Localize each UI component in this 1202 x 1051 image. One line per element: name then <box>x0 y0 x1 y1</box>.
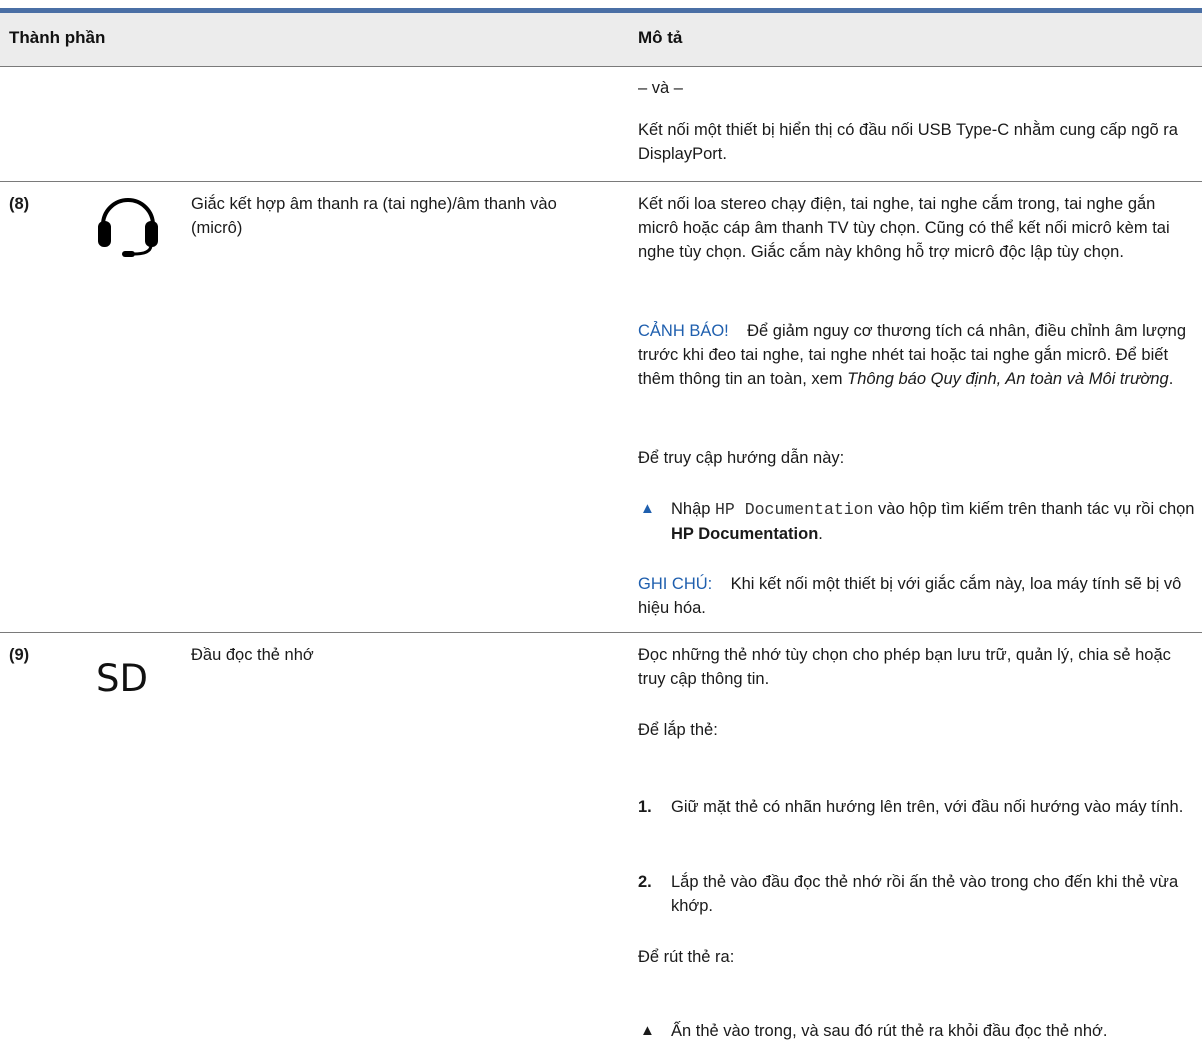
and-separator: – và – <box>638 79 683 97</box>
row8-number: (8) <box>9 195 30 213</box>
warning-reference: Thông báo Quy định, An toàn và Môi trườn… <box>847 370 1169 388</box>
row8-description: Kết nối loa stereo chạy điện, tai nghe, … <box>638 195 1170 261</box>
row8-component-name: Giắc kết hợp âm thanh ra (tai nghe)/âm t… <box>191 195 557 237</box>
table-header <box>0 13 1202 66</box>
header-divider <box>0 66 1202 67</box>
row9-component-name: Đầu đọc thẻ nhớ <box>191 646 314 664</box>
step-number: 2. <box>638 873 652 891</box>
headset-icon <box>96 187 160 268</box>
row9-description: Đọc những thẻ nhớ tùy chọn cho phép bạn … <box>638 646 1171 688</box>
insert-card-title: Để lắp thẻ: <box>638 721 718 739</box>
header-component: Thành phần <box>9 28 106 47</box>
step-text: Giữ mặt thẻ có nhãn hướng lên trên, với … <box>671 798 1184 816</box>
access-instructions: Để truy cập hướng dẫn này: <box>638 449 845 467</box>
note-block: GHI CHÚ: Khi kết nối một thiết bị với gi… <box>638 572 1194 620</box>
search-result-bold: HP Documentation <box>671 525 819 543</box>
warning-label: CẢNH BÁO! <box>638 322 729 340</box>
bullet-triangle-icon: ▲ <box>640 500 655 517</box>
bullet-triangle-icon: ▲ <box>640 1022 655 1039</box>
step-number: 1. <box>638 798 652 816</box>
remove-step: Ấn thẻ vào trong, và sau đó rút thẻ ra k… <box>671 1022 1108 1040</box>
note-label: GHI CHÚ: <box>638 575 713 593</box>
usb-c-description: Kết nối một thiết bị hiển thị có đầu nối… <box>638 121 1178 163</box>
search-step: Nhập HP Documentation vào hộp tìm kiếm t… <box>671 500 1195 543</box>
row9-number: (9) <box>9 646 30 664</box>
header-description: Mô tả <box>638 28 683 47</box>
step-text: Lắp thẻ vào đầu đọc thẻ nhớ rồi ấn thẻ v… <box>671 873 1179 915</box>
warning-block: CẢNH BÁO! Để giảm nguy cơ thương tích cá… <box>638 322 1186 388</box>
search-term-code: HP Documentation <box>715 500 874 519</box>
remove-card-title: Để rút thẻ ra: <box>638 948 735 966</box>
sd-card-icon: SD <box>96 657 148 700</box>
row-divider <box>0 632 1202 633</box>
row-divider <box>0 181 1202 182</box>
